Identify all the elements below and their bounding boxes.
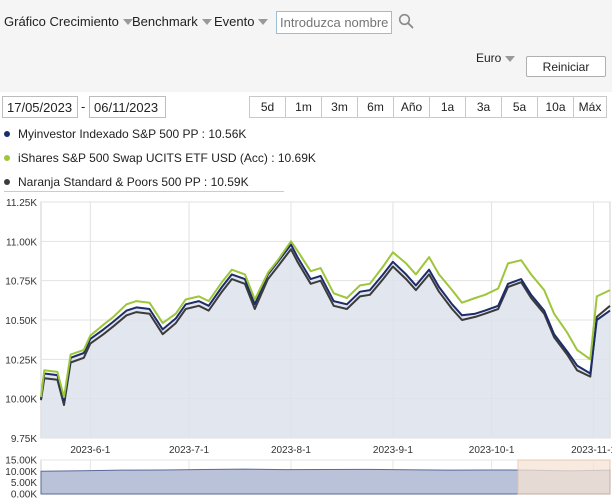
toolbar: Gráfico Crecimiento Benchmark Evento Eur… <box>0 0 612 92</box>
x-tick-label: 2023-8-1 <box>271 445 311 456</box>
navigator-selection[interactable] <box>517 459 611 495</box>
growth-chart-menu-label: Gráfico Crecimiento <box>4 14 119 29</box>
currency-label: Euro <box>476 51 502 65</box>
legend-divider <box>4 191 284 192</box>
x-tick-label: 2023-6-1 <box>70 445 110 456</box>
x-tick-label: 2023-7-1 <box>169 445 209 456</box>
range-button-max[interactable]: Máx <box>573 96 607 118</box>
legend: Myinvestor Indexado S&P 500 PP : 10.56K … <box>4 122 316 194</box>
date-separator: - <box>81 99 86 114</box>
y-tick-label: 10.75K <box>5 277 37 288</box>
event-menu[interactable]: Evento <box>214 14 269 29</box>
chevron-down-icon <box>505 55 516 62</box>
range-button-10a[interactable]: 10a <box>537 96 574 118</box>
y-tick-label: 10.00K <box>5 395 37 406</box>
legend-dot-icon <box>4 155 10 161</box>
range-button-3a[interactable]: 3a <box>465 96 502 118</box>
y-tick-label: 9.75K <box>11 434 37 445</box>
range-button-5d[interactable]: 5d <box>249 96 286 118</box>
legend-item[interactable]: iShares S&P 500 Swap UCITS ETF USD (Acc)… <box>4 146 316 170</box>
y-tick-label: 11.25K <box>6 198 37 209</box>
range-button-6m[interactable]: 6m <box>357 96 394 118</box>
benchmark-menu[interactable]: Benchmark <box>132 14 212 29</box>
range-button-3m[interactable]: 3m <box>321 96 358 118</box>
event-menu-label: Evento <box>214 14 255 29</box>
end-date-field[interactable]: 06/11/2023 <box>89 96 166 118</box>
range-button-ytd[interactable]: Año <box>393 96 430 118</box>
y-tick-label: 10.25K <box>5 355 37 366</box>
x-tick-label: 2023-9-1 <box>373 445 413 456</box>
range-buttons: 5d 1m 3m 6m Año 1a 3a 5a 10a Máx <box>249 96 607 118</box>
range-button-1m[interactable]: 1m <box>285 96 322 118</box>
growth-chart-menu[interactable]: Gráfico Crecimiento <box>4 14 133 29</box>
chevron-down-icon <box>258 19 269 25</box>
range-button-1a[interactable]: 1a <box>429 96 466 118</box>
benchmark-menu-label: Benchmark <box>132 14 198 29</box>
start-date-field[interactable]: 17/05/2023 <box>2 96 78 118</box>
currency-select[interactable]: Euro <box>476 51 516 65</box>
range-button-5a[interactable]: 5a <box>501 96 538 118</box>
chevron-down-icon <box>201 19 212 25</box>
legend-dot-icon <box>4 179 10 185</box>
x-tick-label: 2023-10-1 <box>469 445 515 456</box>
navigator-y-label: 15.00K <box>5 456 37 467</box>
legend-dot-icon <box>4 131 10 137</box>
legend-item[interactable]: Myinvestor Indexado S&P 500 PP : 10.56K <box>4 122 316 146</box>
growth-chart: 11.25K 11.00K 10.75K 10.50K 10.25K 10.00K 9.75… <box>5 198 612 500</box>
navigator-y-label: 5.00K <box>11 478 37 489</box>
search-input[interactable] <box>276 11 392 34</box>
search-icon[interactable] <box>398 13 414 29</box>
legend-label: iShares S&P 500 Swap UCITS ETF USD (Acc)… <box>18 151 316 165</box>
legend-label: Myinvestor Indexado S&P 500 PP : 10.56K <box>18 127 247 141</box>
y-tick-label: 10.50K <box>5 316 37 327</box>
navigator-y-label: 10.00K <box>5 467 37 478</box>
legend-label: Naranja Standard & Poors 500 PP : 10.59K <box>18 175 249 189</box>
x-tick-label: 2023-11-1 <box>571 445 612 456</box>
reset-button[interactable]: Reiniciar <box>526 56 606 77</box>
y-tick-label: 11.00K <box>6 237 37 248</box>
navigator-y-label: 0.00K <box>11 490 37 500</box>
